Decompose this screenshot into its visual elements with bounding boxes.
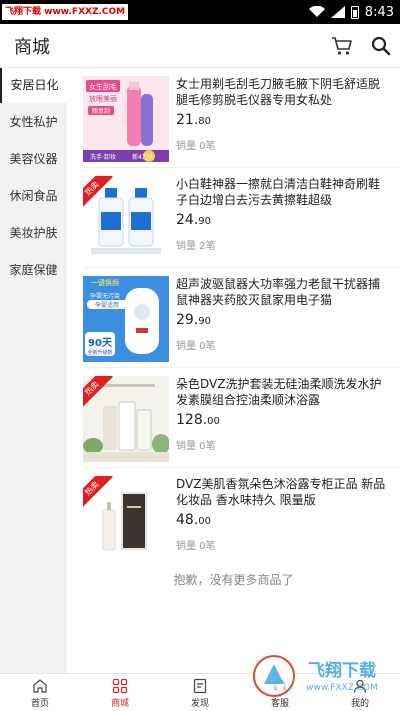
- thumb-text: 洗手·卸妆: [90, 153, 116, 161]
- product-sales: 销量 0笔: [176, 541, 216, 552]
- watermark-brand: 飞翔下载: [308, 660, 376, 681]
- thumb-text: 放眼美丽: [89, 94, 117, 103]
- status-icons: 8:43: [308, 0, 394, 24]
- price-decimal: 90: [198, 216, 211, 227]
- product-price: 128.00: [176, 412, 220, 428]
- thumb-text: 90天: [88, 337, 113, 349]
- thumb-text: 随意刮: [92, 107, 110, 115]
- status-time: 8:43: [364, 4, 394, 20]
- price-decimal: 80: [198, 116, 211, 127]
- sidebar-item-skincare[interactable]: 美妆护肤: [0, 216, 67, 251]
- thumb-text: 一键换频: [91, 278, 119, 287]
- signal-icon: [330, 6, 345, 18]
- thumb-text: 全新升级款: [87, 349, 112, 356]
- search-icon[interactable]: [370, 35, 392, 57]
- nav-label: 发现: [190, 699, 209, 709]
- price-decimal: 90: [198, 316, 211, 327]
- product-image: 女生刮毛 放眼美丽 随意刮 洗手·卸妆 新4刀头: [83, 76, 169, 162]
- discover-icon: [193, 678, 207, 694]
- thumb-text: 孕婴适用: [95, 301, 119, 309]
- price-decimal: 00: [198, 516, 211, 527]
- product-card[interactable]: 女生刮毛 放眼美丽 随意刮 洗手·卸妆 新4刀头 女士用剃毛刮毛刀腋毛腋下阴毛舒…: [67, 68, 400, 168]
- thumb-text: 孕婴无污染: [90, 292, 120, 300]
- app-header: 商城: [0, 24, 400, 68]
- price-integer: 21.: [176, 112, 199, 128]
- sidebar-item-beauty-devices[interactable]: 美容仪器: [0, 142, 67, 177]
- sidebar-item-feminine-care[interactable]: 女性私护: [0, 105, 67, 140]
- nav-home[interactable]: 首页: [0, 674, 80, 711]
- list-end-message: 抱歉，没有更多商品了: [173, 573, 294, 587]
- product-price: 29.90: [176, 312, 211, 328]
- product-title: 女士用剃毛刮毛刀腋毛腋下阴毛舒适脱腿毛修剪脱毛仪器专用女私处: [176, 77, 381, 107]
- product-title: 朵色DVZ洗护套装无硅油柔顺洗发水护发素膜组合控油柔顺沐浴露: [176, 377, 382, 407]
- watermark-logo: 飞翔下载 www.FXXZ.COM: [253, 655, 378, 697]
- product-list: 女生刮毛 放眼美丽 随意刮 洗手·卸妆 新4刀头 女士用剃毛刮毛刀腋毛腋下阴毛舒…: [67, 68, 400, 673]
- product-card[interactable]: 热卖 DVZ美肌香氛朵色沐浴露专柜正品 新品化妆品 香水味持久 限量版 48.0…: [67, 468, 400, 568]
- price-integer: 24.: [176, 212, 199, 228]
- category-sidebar: 安居日化 女性私护 美容仪器 休闲食品 美妆护肤 家庭保健: [0, 68, 67, 673]
- product-price: 48.00: [176, 512, 211, 528]
- sidebar-item-snacks[interactable]: 休闲食品: [0, 179, 67, 214]
- battery-icon: [350, 5, 359, 19]
- wifi-icon: [308, 6, 325, 17]
- watermark-url: www.FXXZ.COM: [306, 683, 378, 693]
- nav-mall[interactable]: 商城: [80, 674, 160, 711]
- sidebar-item-family-health[interactable]: 家庭保健: [0, 253, 67, 288]
- site-badge: 飞翔下载 www.FXXZ.COM: [2, 4, 129, 20]
- product-sales: 销量 0笔: [176, 141, 216, 152]
- product-image: 一键换频 孕婴无污染 孕婴适用 90天 全新升级款: [83, 276, 169, 362]
- product-title: 超声波驱鼠器大功率强力老鼠干扰器捕鼠神器夹药胶灭鼠家用电子猫: [176, 277, 381, 307]
- product-title: 小白鞋神器一擦就白清洁白鞋神奇刷鞋子白边增白去污去黄擦鞋超级: [176, 177, 381, 207]
- price-decimal: 00: [207, 416, 220, 427]
- thumb-text: 新4刀头: [132, 153, 154, 161]
- grid-icon: [112, 678, 128, 694]
- product-price: 24.90: [176, 212, 211, 228]
- page-title: 商城: [14, 37, 50, 58]
- home-icon: [33, 679, 47, 693]
- product-card[interactable]: 一键换频 孕婴无污染 孕婴适用 90天 全新升级款 超声波驱鼠器大功率强力老鼠干…: [67, 268, 400, 368]
- product-sales: 销量 0笔: [176, 441, 216, 452]
- status-bar: 飞翔下载 www.FXXZ.COM 8:43: [0, 0, 400, 24]
- product-sales: 销量 0笔: [176, 341, 216, 352]
- product-image: 热卖: [83, 176, 169, 262]
- product-title: DVZ美肌香氛朵色沐浴露专柜正品 新品化妆品 香水味持久 限量版: [176, 477, 386, 507]
- nav-discover[interactable]: 发现: [160, 674, 240, 711]
- thumb-text: 女生刮毛: [89, 82, 117, 91]
- product-image: 热卖: [83, 476, 169, 562]
- nav-label: 首页: [30, 699, 49, 709]
- price-integer: 128.: [176, 412, 208, 428]
- cart-icon[interactable]: [331, 35, 353, 57]
- sidebar-item-home-care[interactable]: 安居日化: [0, 68, 67, 103]
- product-sales: 销量 2笔: [176, 241, 216, 252]
- product-card[interactable]: 热卖 朵色DVZ洗护套装无硅油柔顺洗发水护发素膜组合控油柔顺沐浴露 128.00…: [67, 368, 400, 468]
- price-integer: 29.: [176, 312, 199, 328]
- price-integer: 48.: [176, 512, 199, 528]
- product-image: 热卖: [83, 376, 169, 462]
- nav-label: 商城: [110, 699, 129, 709]
- product-price: 21.80: [176, 112, 211, 128]
- product-card[interactable]: 热卖 小白鞋神器一擦就白清洁白鞋神奇刷鞋子白边增白去污去黄擦鞋超级 24.90 …: [67, 168, 400, 268]
